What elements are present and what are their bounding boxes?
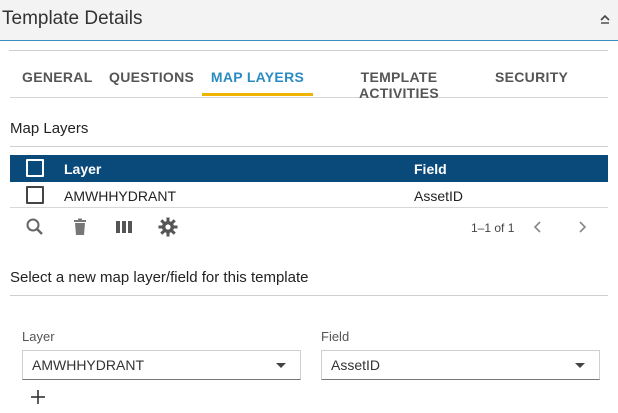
- pagination-range: 1–1 of 1: [471, 221, 515, 235]
- table-row[interactable]: AMWHHYDRANT AssetID: [10, 182, 608, 208]
- divider: [10, 295, 608, 296]
- column-header-layer[interactable]: Layer: [64, 161, 101, 177]
- row-checkbox[interactable]: [26, 186, 44, 204]
- field-select[interactable]: AssetID: [321, 350, 600, 380]
- layer-label: Layer: [22, 329, 55, 344]
- gear-icon[interactable]: [157, 216, 179, 238]
- tab-template-activities[interactable]: TEMPLATE ACTIVITIES: [324, 60, 474, 101]
- tab-general[interactable]: GENERAL: [22, 60, 92, 97]
- caret-down-icon: [276, 363, 286, 368]
- cell-field: AssetID: [414, 188, 464, 204]
- tab-security[interactable]: SECURITY: [495, 60, 568, 97]
- panel-title: Template Details: [2, 8, 143, 29]
- table-toolbar: 1–1 of 1: [10, 212, 608, 244]
- field-label: Field: [321, 329, 350, 344]
- field-select-value: AssetID: [331, 357, 381, 373]
- section-title: Map Layers: [10, 120, 89, 137]
- column-header-field[interactable]: Field: [414, 161, 447, 177]
- divider: [10, 146, 608, 147]
- table-header: Layer Field: [10, 155, 608, 182]
- active-tab-indicator: [202, 93, 313, 96]
- tab-bar: GENERAL QUESTIONS MAP LAYERS TEMPLATE AC…: [10, 60, 608, 101]
- panel-header: Template Details: [0, 0, 618, 41]
- trash-icon[interactable]: [69, 216, 91, 238]
- chevron-left-icon[interactable]: [530, 219, 546, 235]
- columns-icon[interactable]: [113, 216, 135, 238]
- divider: [9, 50, 608, 51]
- tab-questions[interactable]: QUESTIONS: [109, 60, 194, 97]
- chevron-right-icon[interactable]: [574, 219, 590, 235]
- tab-map-layers[interactable]: MAP LAYERS: [202, 60, 313, 97]
- layer-select[interactable]: AMWHHYDRANT: [22, 350, 301, 380]
- map-layers-table: Layer Field AMWHHYDRANT AssetID: [10, 155, 608, 208]
- layer-select-value: AMWHHYDRANT: [32, 357, 144, 373]
- caret-down-icon: [575, 363, 585, 368]
- plus-icon[interactable]: [29, 388, 47, 406]
- select-all-checkbox[interactable]: [26, 159, 44, 177]
- search-icon[interactable]: [24, 216, 46, 238]
- cell-layer: AMWHHYDRANT: [64, 188, 176, 204]
- chevron-up-icon[interactable]: [598, 12, 612, 26]
- new-layer-title: Select a new map layer/field for this te…: [10, 269, 309, 286]
